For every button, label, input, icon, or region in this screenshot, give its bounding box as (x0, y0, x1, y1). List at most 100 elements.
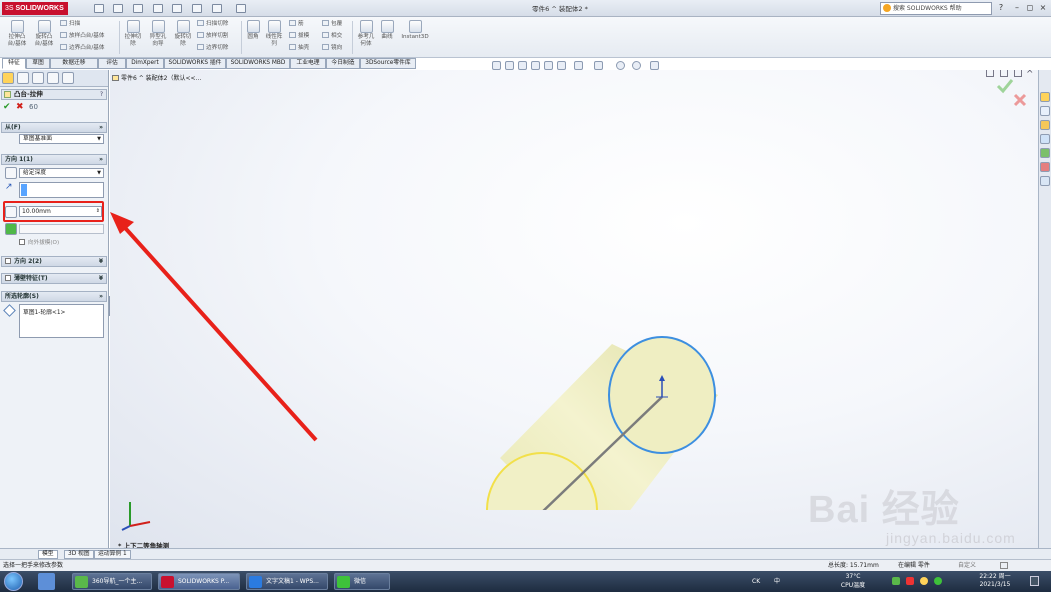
viewport-tile-icon[interactable] (986, 70, 994, 77)
instant3d-button[interactable]: Instant3D (399, 20, 431, 41)
direction2-section-header[interactable]: 方向 2(2) ¥ (1, 256, 107, 267)
linear-pattern-button[interactable]: 线性阵 列 (264, 20, 284, 48)
resources-icon[interactable] (1040, 106, 1050, 116)
display-style-icon[interactable] (574, 61, 583, 70)
tray-clock[interactable]: 22:22 周一 2021/3/15 (970, 573, 1020, 589)
print-icon[interactable] (153, 4, 163, 13)
checkbox-icon[interactable] (5, 275, 11, 281)
help-button[interactable]: ? (100, 90, 103, 99)
save-icon[interactable] (133, 4, 143, 13)
view-palette-icon[interactable] (1040, 148, 1050, 158)
tray-app-icon[interactable] (906, 577, 914, 585)
file-explorer-pin-icon[interactable] (38, 573, 55, 590)
revolve-cut-button[interactable]: 旋转切 除 (172, 20, 194, 48)
display-tab-icon[interactable] (62, 72, 74, 84)
hide-show-icon[interactable] (594, 61, 603, 70)
tab-3d-views[interactable]: 3D 视图 (64, 550, 94, 559)
reference-geometry-button[interactable]: 参考几 何体 (355, 20, 377, 48)
reverse-direction-icon[interactable] (5, 167, 17, 179)
draft-toggle-icon[interactable] (5, 223, 17, 235)
cylinder-model[interactable] (360, 250, 880, 510)
hole-wizard-button[interactable]: 异型孔 向导 (146, 20, 170, 48)
section-view-icon[interactable] (531, 61, 540, 70)
revolve-boss-button[interactable]: 旋转凸 台/基体 (31, 20, 57, 48)
notification-icon[interactable] (1030, 576, 1039, 586)
boundary-boss-button[interactable]: 边界凸台/基体 (60, 44, 104, 52)
tray-app-icon[interactable] (892, 577, 900, 585)
rebuild-icon[interactable] (212, 4, 222, 13)
file-explorer-icon[interactable] (1040, 134, 1050, 144)
ok-button[interactable]: ✔ (3, 102, 11, 112)
zoom-to-fit-icon[interactable] (492, 61, 501, 70)
task-browser[interactable]: 360导航_一个主... (72, 573, 152, 590)
intersect-button[interactable]: 相交 (322, 32, 342, 40)
sweep-button[interactable]: 扫描 (60, 20, 80, 28)
tab-solidworks-mbd[interactable]: SOLIDWORKS MBD (226, 58, 290, 69)
loft-button[interactable]: 放样凸台/基体 (60, 32, 104, 40)
dimxpert-tab-icon[interactable] (47, 72, 59, 84)
from-section-header[interactable]: 从(F)» (1, 122, 107, 133)
select-icon[interactable] (192, 4, 202, 13)
reject-icon[interactable] (1013, 93, 1027, 107)
tray-app-icon[interactable] (920, 577, 928, 585)
detailed-preview-button[interactable]: 60 (29, 103, 38, 111)
property-manager-tab-icon[interactable] (2, 72, 14, 84)
open-file-icon[interactable] (113, 4, 123, 13)
home-icon[interactable] (1040, 92, 1050, 102)
new-file-icon[interactable] (94, 4, 104, 13)
draft-button[interactable]: 拔模 (289, 32, 309, 40)
previous-view-icon[interactable] (518, 61, 527, 70)
mirror-button[interactable]: 镜向 (322, 44, 342, 52)
selected-contours-list[interactable]: 草图1-轮廓<1> (19, 304, 104, 338)
minimize-button[interactable]: – (1012, 3, 1022, 13)
fillet-button[interactable]: 圆角 (244, 20, 262, 41)
task-solidworks[interactable]: SOLIDWORKS P... (158, 573, 240, 590)
solidworks-logo[interactable]: 3S SOLIDWORKS (2, 2, 68, 15)
graphics-area[interactable]: 零件6 ^ 装配体2（默认<<... × * 上下二等角轴测 (110, 70, 1038, 548)
tab-features[interactable]: 特征 (2, 58, 26, 69)
extrude-cut-button[interactable]: 拉伸切 除 (122, 20, 144, 48)
tab-motion-study[interactable]: 运动算例 1 (94, 550, 131, 559)
status-help-icon[interactable] (1000, 562, 1008, 569)
tab-3dsource[interactable]: 3DSource零件库 (360, 58, 416, 69)
shell-button[interactable]: 抽壳 (289, 44, 309, 52)
options-icon[interactable] (236, 4, 246, 13)
draft-outward-checkbox[interactable]: 向外拔模(O) (19, 238, 59, 246)
wrap-button[interactable]: 包覆 (322, 20, 342, 28)
appearance-icon[interactable] (616, 61, 625, 70)
tray-wechat-icon[interactable] (934, 577, 942, 585)
status-units[interactable]: 自定义 (958, 560, 976, 571)
direction1-section-header[interactable]: 方向 1(1)» (1, 154, 107, 165)
swept-cut-button[interactable]: 扫描切除 (197, 20, 228, 28)
rib-button[interactable]: 筋 (289, 20, 304, 28)
view-settings-icon[interactable] (650, 61, 659, 70)
close-button[interactable]: × (1038, 3, 1048, 13)
end-condition-select[interactable]: 给定深度 ▼ (19, 168, 104, 178)
scene-icon[interactable] (632, 61, 641, 70)
design-library-icon[interactable] (1040, 120, 1050, 130)
boundary-cut-button[interactable]: 边界切除 (197, 44, 228, 52)
tab-data-migration[interactable]: 数据迁移 (50, 58, 98, 69)
zoom-area-icon[interactable] (505, 61, 514, 70)
restore-button[interactable]: ◻ (1025, 3, 1035, 13)
tray-language[interactable]: CK (752, 571, 760, 592)
start-button[interactable] (4, 572, 23, 591)
cancel-button[interactable]: ✖ (16, 102, 24, 112)
extrude-boss-button[interactable]: 拉伸凸 台/基体 (4, 20, 30, 48)
curves-button[interactable]: 曲线 (378, 20, 396, 41)
tray-ime[interactable]: 中 (774, 571, 780, 592)
task-wps[interactable]: 文字文稿1 - WPS... (246, 573, 328, 590)
tab-model[interactable]: 模型 (38, 550, 58, 559)
selected-contours-section-header[interactable]: 所选轮廓(S)» (1, 291, 107, 302)
undo-icon[interactable] (172, 4, 182, 13)
task-wechat[interactable]: 微信 (334, 573, 390, 590)
tab-evaluate[interactable]: 评估 (98, 58, 126, 69)
view-orientation-icon[interactable] (557, 61, 566, 70)
feature-tree-flyout[interactable]: 零件6 ^ 装配体2（默认<<... (112, 73, 201, 82)
help-menu-button[interactable]: ? (996, 3, 1006, 13)
appearances-icon[interactable] (1040, 162, 1050, 172)
draft-angle-input[interactable] (19, 224, 104, 234)
tab-dimxpert[interactable]: DimXpert (126, 58, 164, 69)
tab-sketch[interactable]: 草图 (26, 58, 50, 69)
direction-vector-field[interactable] (19, 182, 104, 198)
